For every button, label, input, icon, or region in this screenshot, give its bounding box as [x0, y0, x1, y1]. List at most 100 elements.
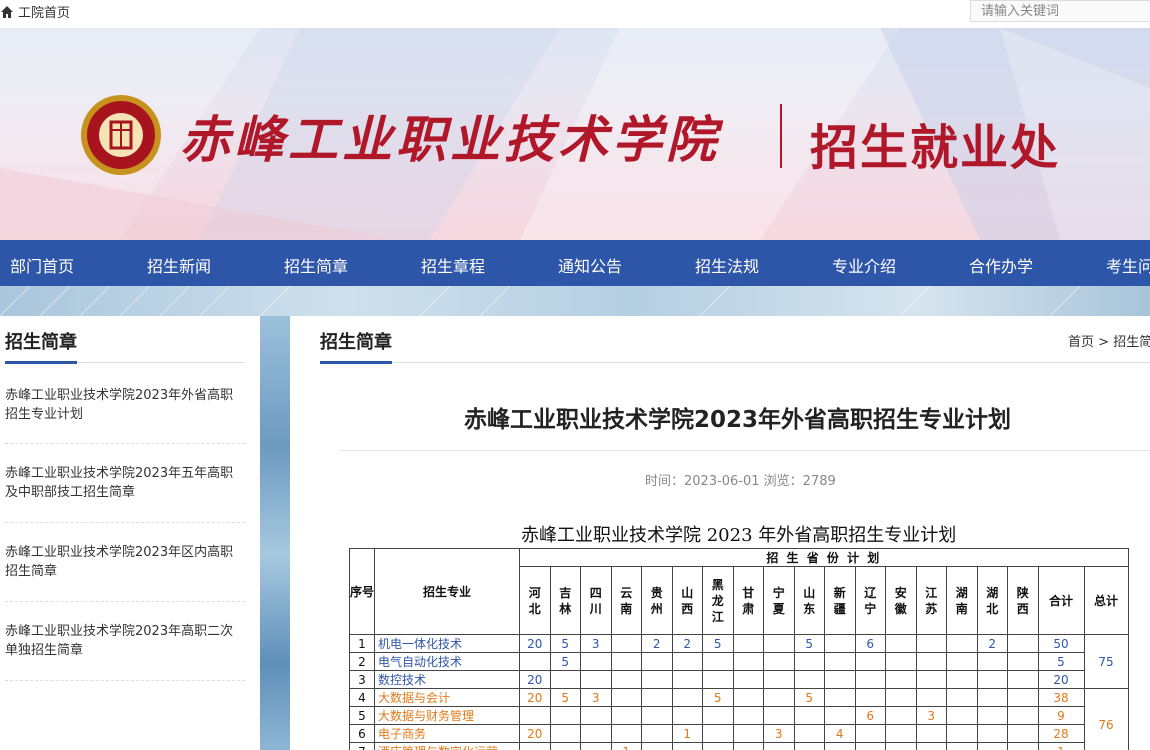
nav-item-faq[interactable]: 考生问: [1106, 253, 1150, 277]
row-value: [641, 706, 673, 725]
row-value: [641, 652, 673, 671]
row-value: [824, 688, 856, 707]
breadcrumb-home[interactable]: 首页: [1068, 335, 1094, 350]
row-value: [763, 706, 795, 725]
row-value: [732, 688, 764, 707]
side-decoration: [260, 316, 290, 750]
row-value: [885, 724, 917, 743]
province-header: 山东: [793, 566, 825, 635]
table-row: 6 电子商务 20 1 3 4 28: [349, 724, 1129, 743]
province-header: 云南: [610, 566, 642, 635]
row-seq: 7: [349, 742, 375, 750]
row-value: [519, 652, 551, 671]
nav-item-cooperation[interactable]: 合作办学: [969, 253, 1033, 277]
nav-item-regulations[interactable]: 招生法规: [695, 253, 759, 277]
row-value: [915, 670, 947, 689]
breadcrumb: 首页 > 招生简: [1068, 331, 1150, 350]
table-row: 2 电气自动化技术 5 5: [349, 652, 1129, 671]
sidebar-item[interactable]: 赤峰工业职业技术学院2023年五年高职及中职部技工招生简章: [5, 464, 245, 502]
row-value: [763, 742, 795, 750]
row-value: [519, 742, 551, 750]
sidebar-separator: [5, 443, 245, 444]
row-value: [854, 688, 886, 707]
row-value: [1007, 670, 1039, 689]
nav-item-notices[interactable]: 通知公告: [558, 253, 622, 277]
row-value: [763, 634, 795, 653]
row-value: [946, 742, 978, 750]
row-value: [976, 688, 1008, 707]
row-value: [946, 706, 978, 725]
row-value: [976, 724, 1008, 743]
row-value: [946, 634, 978, 653]
province-header: 安徽: [885, 566, 917, 635]
nav-item-news[interactable]: 招生新闻: [147, 253, 211, 277]
row-value: [1007, 688, 1039, 707]
row-value: [549, 670, 581, 689]
row-seq: 3: [349, 670, 375, 689]
row-value: [885, 652, 917, 671]
row-value: [702, 670, 734, 689]
main-content: 招生简章 首页 > 招生简 赤峰工业职业技术学院2023年外省高职招生专业计划 …: [290, 316, 1150, 750]
main-title-line: [320, 362, 1150, 363]
row-value: [854, 652, 886, 671]
row-value: [732, 742, 764, 750]
row-seq: 6: [349, 724, 375, 743]
row-value: [854, 724, 886, 743]
row-value: [671, 742, 703, 750]
breadcrumb-separator: >: [1098, 335, 1110, 350]
banner-divider: [780, 104, 782, 168]
row-value: [854, 670, 886, 689]
row-seq: 2: [349, 652, 375, 671]
row-value: [793, 670, 825, 689]
row-value: [641, 670, 673, 689]
row-value: [549, 742, 581, 750]
sidebar-item[interactable]: 赤峰工业职业技术学院2023年外省高职招生专业计划: [5, 386, 245, 424]
province-header: 辽宁: [854, 566, 886, 635]
row-value: 5: [793, 634, 825, 653]
row-value: [641, 688, 673, 707]
school-name-calligraphy: 赤峰工业职业技术学院: [180, 110, 720, 169]
row-value: [793, 724, 825, 743]
home-link[interactable]: 工院首页: [0, 2, 70, 21]
search-input[interactable]: [970, 0, 1150, 22]
row-value: [885, 634, 917, 653]
nav-item-brochure[interactable]: 招生简章: [284, 253, 348, 277]
row-value: 5: [702, 688, 734, 707]
enrollment-plan-table: 序号 招生专业 招 生 省 份 计 划 河北吉林四川云南贵州山西黑龙江甘肃宁夏山…: [349, 548, 1129, 750]
home-link-label: 工院首页: [18, 6, 71, 21]
row-value: [641, 742, 673, 750]
province-header: 河北: [519, 566, 551, 635]
row-value: [915, 724, 947, 743]
row-subtotal: 9: [1037, 706, 1085, 725]
breadcrumb-current[interactable]: 招生简: [1113, 335, 1150, 350]
row-value: [702, 706, 734, 725]
sidebar-item[interactable]: 赤峰工业职业技术学院2023年高职二次单独招生简章: [5, 622, 245, 660]
row-value: [976, 670, 1008, 689]
row-value: [763, 670, 795, 689]
row-major: 数控技术: [374, 670, 520, 689]
row-subtotal: 38: [1037, 688, 1085, 707]
sidebar-separator: [5, 601, 245, 602]
nav-item-dept-home[interactable]: 部门首页: [10, 253, 74, 277]
row-value: [885, 706, 917, 725]
row-value: 2: [671, 634, 703, 653]
sidebar-item[interactable]: 赤峰工业职业技术学院2023年区内高职招生简章: [5, 543, 245, 581]
row-value: [671, 670, 703, 689]
row-value: 2: [976, 634, 1008, 653]
row-value: [671, 688, 703, 707]
row-value: [732, 724, 764, 743]
row-value: [824, 652, 856, 671]
row-major: 机电一体化技术: [374, 634, 520, 653]
row-value: [1007, 652, 1039, 671]
nav-item-charter[interactable]: 招生章程: [421, 253, 485, 277]
province-header: 陕西: [1007, 566, 1039, 635]
row-value: 5: [549, 634, 581, 653]
row-value: [885, 742, 917, 750]
row-value: [702, 742, 734, 750]
row-seq: 5: [349, 706, 375, 725]
row-value: [732, 706, 764, 725]
article-title: 赤峰工业职业技术学院2023年外省高职招生专业计划: [464, 407, 1012, 433]
row-major: 酒店管理与数字化运营: [374, 742, 520, 750]
nav-item-majors[interactable]: 专业介绍: [832, 253, 896, 277]
row-value: 1: [671, 724, 703, 743]
